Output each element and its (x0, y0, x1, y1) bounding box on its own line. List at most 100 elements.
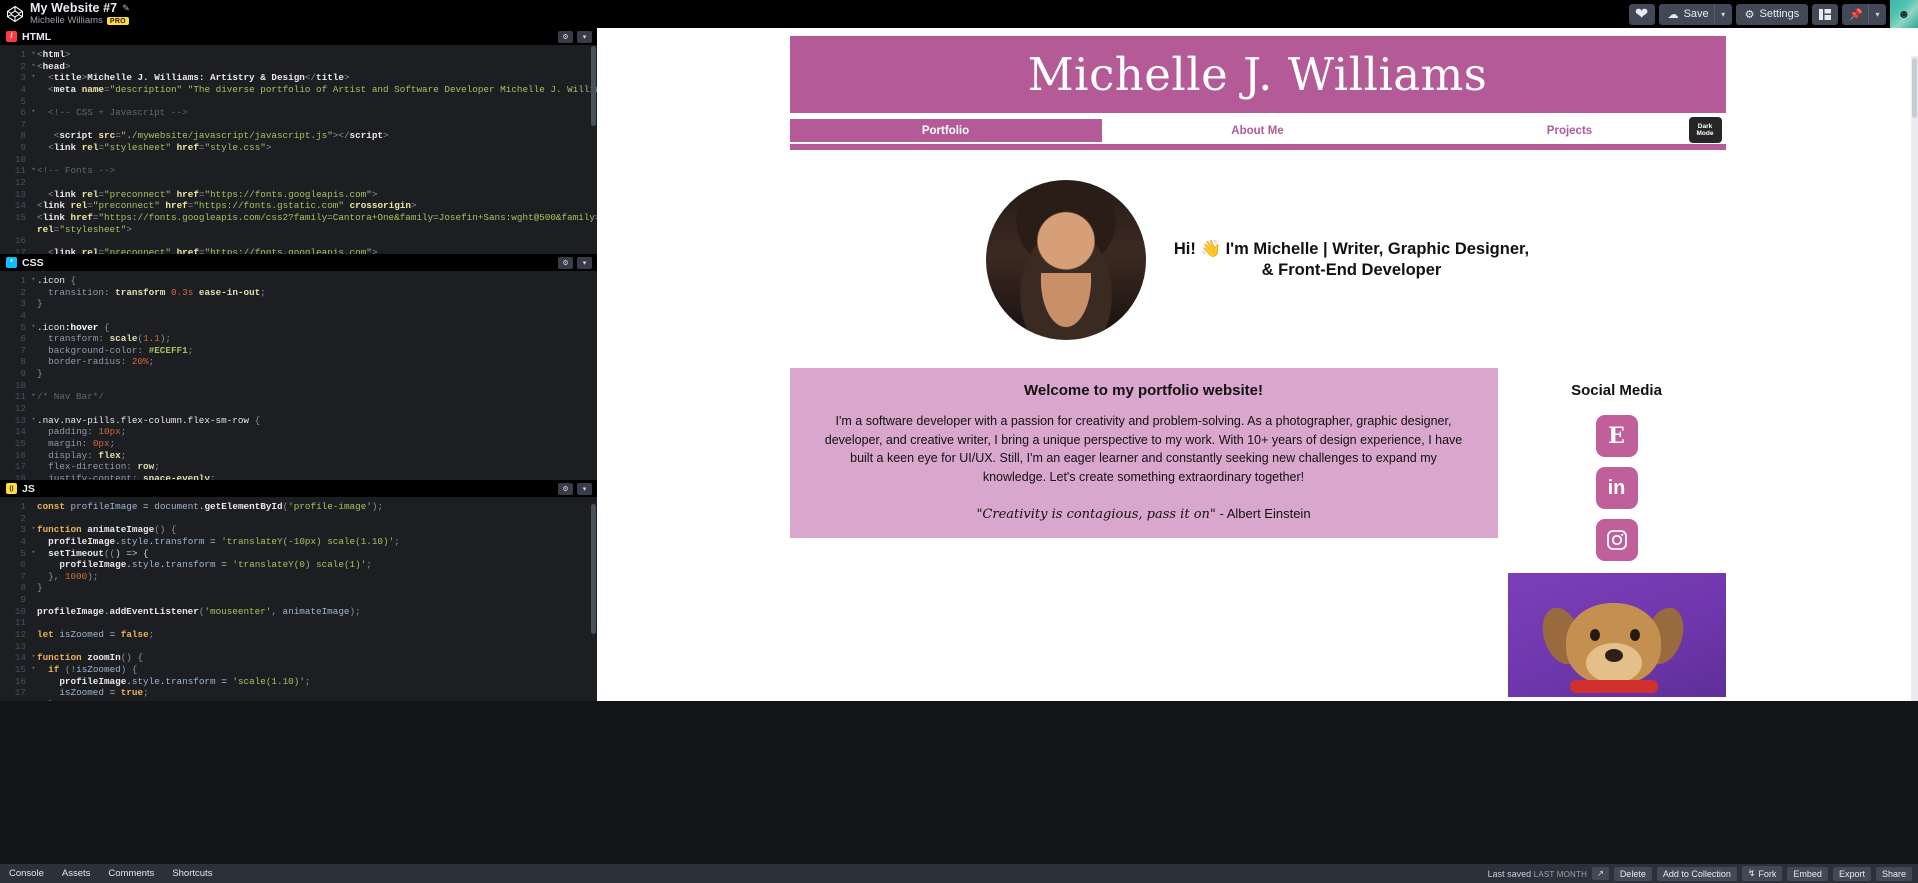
delete-button[interactable]: Delete (1613, 866, 1652, 881)
fold-toggle-icon[interactable] (30, 426, 37, 438)
fold-toggle-icon[interactable] (30, 177, 37, 189)
fold-toggle-icon[interactable] (30, 450, 37, 462)
fold-toggle-icon[interactable] (30, 559, 37, 571)
fold-toggle-icon[interactable] (30, 501, 37, 513)
author-name[interactable]: Michelle Williams (30, 16, 103, 26)
fold-toggle-icon[interactable] (30, 142, 37, 154)
profile-photo[interactable] (985, 180, 1146, 340)
fold-toggle-icon[interactable] (30, 380, 37, 392)
code-editor-css[interactable]: 1 ▾ .icon {2 transition: transform 0.3s ea… (0, 271, 597, 480)
fold-toggle-icon[interactable] (30, 617, 37, 629)
fold-toggle-icon[interactable] (30, 403, 37, 415)
nav-item-portfolio[interactable]: Portfolio (789, 119, 1102, 142)
fold-toggle-icon[interactable] (30, 629, 37, 641)
fold-toggle-icon[interactable] (30, 473, 37, 480)
fold-toggle-icon[interactable] (30, 461, 37, 473)
export-button[interactable]: Export (1832, 866, 1871, 881)
pane-header-css[interactable]: * CSS ⚙ ▾ (0, 254, 597, 271)
fold-toggle-icon[interactable] (30, 84, 37, 96)
fold-toggle-icon[interactable]: ▾ (30, 275, 37, 287)
codepen-logo-icon[interactable] (0, 5, 30, 23)
fold-toggle-icon[interactable]: ▾ (30, 165, 37, 177)
nav-item-projects[interactable]: Projects (1414, 119, 1726, 142)
fold-toggle-icon[interactable] (30, 571, 37, 583)
fold-toggle-icon[interactable] (30, 368, 37, 380)
tab-assets[interactable]: Assets (53, 864, 100, 883)
embed-button[interactable]: Embed (1787, 866, 1828, 881)
gear-icon[interactable]: ⚙ (558, 30, 573, 43)
fold-toggle-icon[interactable]: ▾ (30, 548, 37, 560)
linkedin-icon[interactable]: in (1595, 467, 1638, 509)
fold-toggle-icon[interactable] (30, 96, 37, 108)
fold-toggle-icon[interactable]: ▾ (30, 524, 37, 536)
pin-button[interactable]: 📌 ▾ (1842, 3, 1886, 25)
preview-scrollbar[interactable] (1912, 58, 1917, 118)
scrollbar-html[interactable] (591, 46, 596, 126)
gear-icon[interactable]: ⚙ (558, 256, 573, 269)
fold-toggle-icon[interactable] (30, 310, 37, 322)
fold-toggle-icon[interactable] (30, 287, 37, 299)
fold-toggle-icon[interactable] (30, 687, 37, 699)
code-editor-js[interactable]: 1 const profileImage = document.getElemen… (0, 497, 597, 701)
layout-icon[interactable] (1812, 3, 1839, 25)
fold-toggle-icon[interactable] (30, 298, 37, 310)
chevron-down-icon[interactable]: ▾ (577, 482, 592, 495)
fold-toggle-icon[interactable] (30, 582, 37, 594)
pane-header-js[interactable]: () JS ⚙ ▾ (0, 480, 597, 497)
fold-toggle-icon[interactable]: ▾ (30, 72, 37, 84)
nav-item-about-me[interactable]: About Me (1102, 119, 1414, 142)
fold-toggle-icon[interactable] (30, 606, 37, 618)
instagram-icon[interactable] (1595, 519, 1638, 561)
fold-toggle-icon[interactable] (30, 536, 37, 548)
share-button[interactable]: Share (1875, 866, 1912, 881)
chevron-down-icon[interactable]: ▾ (577, 30, 592, 43)
fold-toggle-icon[interactable] (30, 235, 37, 247)
fold-toggle-icon[interactable] (30, 130, 37, 142)
fold-toggle-icon[interactable]: ▾ (30, 652, 37, 664)
fold-toggle-icon[interactable] (30, 345, 37, 357)
etsy-icon[interactable]: E (1595, 415, 1638, 457)
fold-toggle-icon[interactable] (30, 189, 37, 201)
heart-icon[interactable]: ❤ (1628, 3, 1655, 25)
dark-mode-toggle[interactable]: Dark Mode (1688, 117, 1722, 143)
fold-toggle-icon[interactable] (30, 438, 37, 450)
fold-toggle-icon[interactable]: ▾ (30, 391, 37, 403)
external-link-icon[interactable]: ↗ (1592, 867, 1609, 880)
fold-toggle-icon[interactable] (30, 513, 37, 525)
chevron-down-icon[interactable]: ▾ (577, 256, 592, 269)
fold-toggle-icon[interactable] (30, 333, 37, 345)
fold-toggle-icon[interactable]: ▾ (30, 664, 37, 676)
save-button[interactable]: ☁ Save ▾ (1658, 3, 1732, 25)
fold-toggle-icon[interactable] (30, 356, 37, 368)
fold-toggle-icon[interactable] (30, 699, 37, 701)
fold-toggle-icon[interactable]: ▾ (30, 415, 37, 427)
chevron-down-icon[interactable]: ▾ (1868, 3, 1886, 25)
add-to-collection-button[interactable]: Add to Collection (1656, 866, 1737, 881)
gear-icon[interactable]: ⚙ (558, 482, 573, 495)
preview-pane[interactable]: Michelle J. Williams Portfolio About Me … (597, 28, 1918, 701)
fold-toggle-icon[interactable]: ▾ (30, 107, 37, 119)
fold-toggle-icon[interactable] (30, 594, 37, 606)
fold-toggle-icon[interactable] (30, 154, 37, 166)
fold-toggle-icon[interactable] (30, 247, 37, 254)
tab-shortcuts[interactable]: Shortcuts (163, 864, 221, 883)
fold-toggle-icon[interactable]: ▾ (30, 61, 37, 73)
tab-console[interactable]: Console (0, 864, 53, 883)
fold-toggle-icon[interactable]: ▾ (30, 49, 37, 61)
fold-toggle-icon[interactable]: ▾ (30, 322, 37, 334)
code-editor-html[interactable]: 1 ▾ <html> 2 ▾ <head> 3 ▾ <title>Michelle J. Wi… (0, 45, 597, 254)
page-title[interactable]: My Website #7 (30, 1, 117, 15)
chevron-down-icon[interactable]: ▾ (1713, 3, 1732, 25)
pencil-icon[interactable]: ✎ (122, 3, 130, 13)
avatar[interactable]: ☻ (1890, 0, 1918, 28)
settings-button[interactable]: ⚙ Settings (1735, 3, 1809, 25)
scrollbar-js[interactable] (591, 504, 596, 634)
fold-toggle-icon[interactable] (30, 641, 37, 653)
fold-toggle-icon[interactable] (30, 119, 37, 131)
fold-toggle-icon[interactable] (30, 212, 37, 224)
fork-button[interactable]: ↯ Fork (1741, 866, 1783, 881)
fold-toggle-icon[interactable] (30, 200, 37, 212)
fold-toggle-icon[interactable] (30, 676, 37, 688)
tab-comments[interactable]: Comments (99, 864, 163, 883)
pane-header-html[interactable]: / HTML ⚙ ▾ (0, 28, 597, 45)
